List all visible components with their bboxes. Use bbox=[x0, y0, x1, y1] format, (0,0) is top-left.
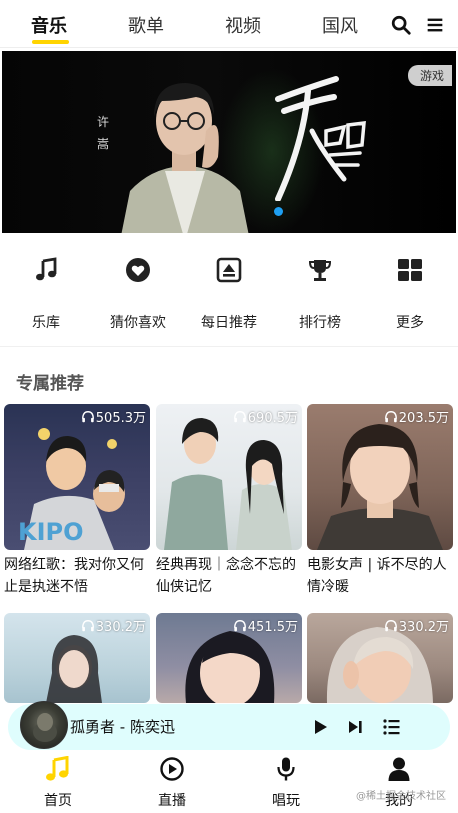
quick-item-label: 每日推荐 bbox=[201, 315, 257, 331]
playlist-card[interactable]: 451.5万 bbox=[156, 613, 302, 703]
banner-artist-name: 许嵩 bbox=[97, 115, 110, 151]
nav-sing[interactable]: 唱玩 bbox=[251, 756, 321, 810]
quick-item-label: 猜你喜欢 bbox=[110, 315, 166, 331]
quick-menu: 乐库 猜你喜欢 每日推荐 排行榜 更多 bbox=[0, 237, 458, 347]
section-title: 专属推荐 bbox=[16, 374, 84, 394]
playlist-title: 网络红歌：我对你又何止是执迷不悟 bbox=[4, 557, 144, 595]
play-count-value: 505.3万 bbox=[95, 411, 146, 426]
play-count-value: 330.2万 bbox=[398, 620, 449, 635]
banner-tag: 游戏 bbox=[407, 65, 452, 86]
tab-playlist[interactable]: 歌单 bbox=[128, 12, 164, 38]
playlist-cover: 330.2万 bbox=[4, 613, 150, 703]
headphones-icon bbox=[233, 619, 246, 631]
playlist-title: 经典再现｜念念不忘的仙侠记忆 bbox=[156, 557, 296, 595]
svg-text:KIPO: KIPO bbox=[18, 518, 84, 546]
play-count: 690.5万 bbox=[233, 407, 298, 426]
quick-item-daily-recommend[interactable]: 每日推荐 bbox=[184, 257, 274, 332]
tab-guofeng[interactable]: 国风 bbox=[322, 12, 358, 38]
headphones-icon bbox=[81, 619, 94, 631]
play-icon[interactable] bbox=[310, 717, 330, 737]
headphones-icon bbox=[81, 410, 94, 422]
play-count-value: 690.5万 bbox=[247, 411, 298, 426]
banner-song-art bbox=[275, 76, 366, 201]
play-count-value: 451.5万 bbox=[247, 620, 298, 635]
nav-home[interactable]: 首页 bbox=[23, 756, 93, 810]
banner-artist-photo bbox=[121, 83, 249, 233]
active-tab-indicator bbox=[32, 40, 69, 44]
quick-item-guess-you-like[interactable]: 猜你喜欢 bbox=[93, 257, 183, 332]
playlist-icon[interactable] bbox=[382, 717, 402, 737]
daily-recommend-icon bbox=[216, 257, 242, 283]
music-note-icon bbox=[36, 257, 57, 281]
playlist-title: 电影女声 | 诉不尽的人情冷暖 bbox=[307, 557, 447, 595]
microphone-icon bbox=[277, 757, 295, 781]
headphones-icon bbox=[384, 619, 397, 631]
user-icon bbox=[388, 757, 410, 781]
playlist-card[interactable]: 203.5万 电影女声 | 诉不尽的人情冷暖 bbox=[307, 404, 453, 598]
now-playing-cover-art bbox=[33, 713, 57, 742]
live-play-icon bbox=[160, 757, 184, 781]
nav-label: 首页 bbox=[44, 793, 72, 809]
playlist-card[interactable]: KIPO 505.3万 网络红歌：我对你又何止是执迷不悟 bbox=[4, 404, 150, 598]
playlist-card[interactable]: 330.2万 bbox=[307, 613, 453, 703]
playlist-cover: 203.5万 bbox=[307, 404, 453, 550]
playlist-card[interactable]: 690.5万 经典再现｜念念不忘的仙侠记忆 bbox=[156, 404, 302, 598]
quick-item-label: 排行榜 bbox=[299, 315, 341, 331]
quick-item-library[interactable]: 乐库 bbox=[1, 257, 91, 332]
playlist-card[interactable]: 330.2万 bbox=[4, 613, 150, 703]
nav-label: 唱玩 bbox=[272, 793, 300, 809]
play-count-value: 203.5万 bbox=[398, 411, 449, 426]
playlist-cover: 330.2万 bbox=[307, 613, 453, 703]
playlist-cover: 451.5万 bbox=[156, 613, 302, 703]
headphones-icon bbox=[233, 410, 246, 422]
menu-icon[interactable] bbox=[424, 14, 446, 36]
next-icon[interactable] bbox=[345, 717, 365, 737]
search-icon[interactable] bbox=[390, 14, 412, 36]
home-music-icon bbox=[46, 756, 69, 781]
tab-video[interactable]: 视频 bbox=[225, 12, 261, 38]
play-count: 330.2万 bbox=[384, 616, 449, 635]
watermark: @稀土掘金技术社区 bbox=[356, 791, 446, 802]
now-playing-title: 孤勇者 - 陈奕迅 bbox=[70, 718, 175, 736]
trophy-icon bbox=[308, 260, 332, 281]
quick-item-more[interactable]: 更多 bbox=[365, 257, 455, 332]
bottom-navigation: 首页 直播 唱玩 我的 bbox=[0, 752, 458, 813]
play-count-value: 330.2万 bbox=[95, 620, 146, 635]
banner-carousel[interactable]: 许嵩 游戏 bbox=[2, 51, 456, 233]
quick-item-label: 更多 bbox=[396, 315, 424, 331]
play-count: 203.5万 bbox=[384, 407, 449, 426]
now-playing-cover[interactable] bbox=[20, 701, 68, 749]
grid-icon bbox=[398, 259, 422, 281]
top-tab-bar: 音乐 歌单 视频 国风 bbox=[0, 0, 458, 48]
play-count: 451.5万 bbox=[233, 616, 298, 635]
headphones-icon bbox=[384, 410, 397, 422]
mini-player[interactable]: 孤勇者 - 陈奕迅 bbox=[8, 701, 450, 750]
play-count: 505.3万 bbox=[81, 407, 146, 426]
heart-icon bbox=[126, 258, 150, 282]
tab-music[interactable]: 音乐 bbox=[31, 12, 67, 38]
playlist-cover: 690.5万 bbox=[156, 404, 302, 550]
nav-live[interactable]: 直播 bbox=[137, 756, 207, 810]
quick-item-label: 乐库 bbox=[32, 315, 60, 331]
nav-label: 直播 bbox=[158, 793, 186, 809]
playlist-cover: KIPO 505.3万 bbox=[4, 404, 150, 550]
quick-item-charts[interactable]: 排行榜 bbox=[275, 257, 365, 332]
carousel-indicator-dot[interactable] bbox=[274, 207, 283, 216]
play-count: 330.2万 bbox=[81, 616, 146, 635]
